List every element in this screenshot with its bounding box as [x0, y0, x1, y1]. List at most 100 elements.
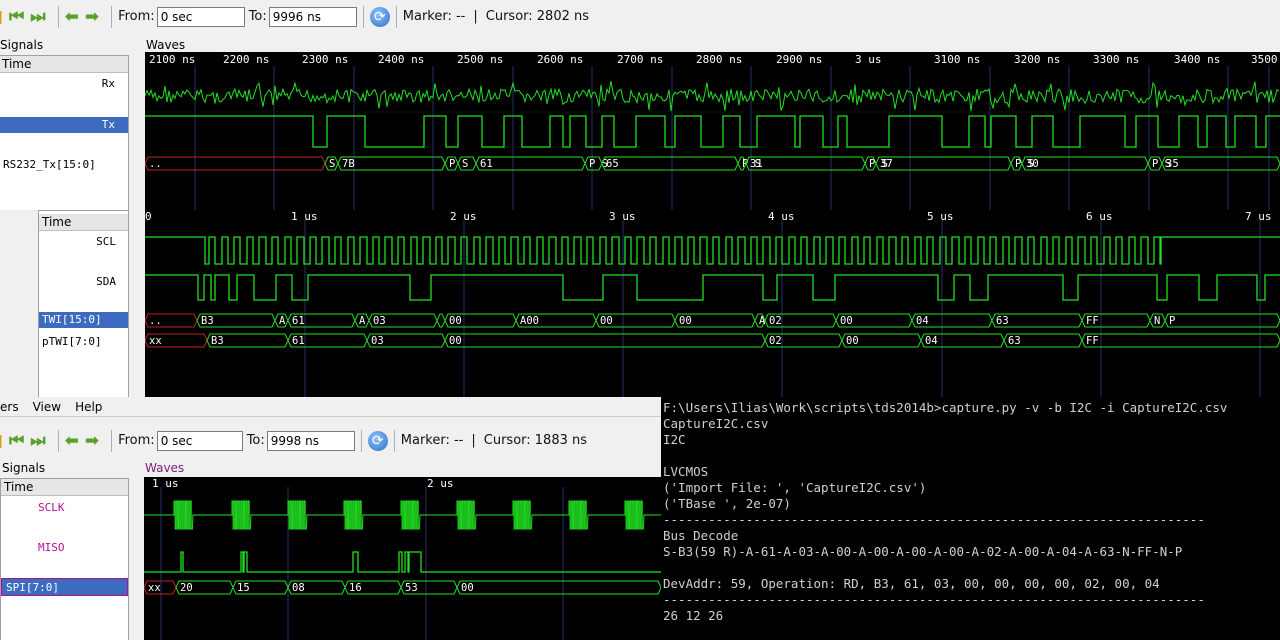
- signal-rx[interactable]: Rx: [102, 77, 115, 90]
- spi-bus-value: xx: [148, 582, 161, 594]
- time-column-header: Time: [39, 214, 128, 231]
- marker-readout: Marker: --: [400, 433, 464, 448]
- rs232-bus-value: 30: [1026, 158, 1039, 170]
- to-label: To:: [246, 433, 265, 448]
- signal-twi[interactable]: TWI[15:0]: [39, 312, 128, 328]
- separator: [362, 5, 364, 28]
- waveform-area[interactable]: 2100 ns 2200 ns 2300 ns 2400 ns 2500 ns 2600 …: [145, 52, 1280, 210]
- signal-rs232-tx[interactable]: RS232_Tx[15:0]: [3, 158, 96, 171]
- toolbar: ◖ ⏮ ⏭ ⬅ ➡ From: 0 sec To: 9998 ns ⟳ Mark…: [0, 424, 661, 457]
- time-tick-label: 5 us: [927, 210, 954, 223]
- signal-miso[interactable]: MISO: [38, 541, 65, 554]
- time-tick-label: 3100 ns: [934, 53, 980, 66]
- first-page-icon[interactable]: ⏮: [9, 431, 24, 451]
- twi-bus-value: P: [1169, 315, 1175, 327]
- sclk-trace: [144, 500, 661, 530]
- to-label: To:: [248, 9, 267, 24]
- terminal-line: ('TBase ', 2e-07): [663, 496, 791, 511]
- rs232-bus-value: 7B: [342, 158, 355, 170]
- separator: [111, 5, 113, 28]
- refresh-icon[interactable]: ⟳: [369, 6, 390, 27]
- signal-sclk[interactable]: SCLK: [38, 501, 65, 514]
- bookmark-icon[interactable]: ◖: [0, 431, 3, 451]
- terminal-line: LVCMOS: [663, 464, 709, 479]
- last-page-icon[interactable]: ⏭: [30, 7, 45, 27]
- time-tick-label: 2 us: [427, 477, 454, 490]
- menu-item-view[interactable]: View: [33, 400, 61, 414]
- waveform-area-i2c[interactable]: 0 1 us 2 us 3 us 4 us 5 us 6 us 7 us.. B3 A 61 A 03 0…: [145, 210, 1280, 397]
- refresh-icon[interactable]: ⟳: [367, 430, 388, 451]
- cursor-readout: Cursor: 2802 ns: [485, 9, 590, 24]
- ptwi-bus-value: 00: [449, 335, 462, 347]
- separator: [57, 429, 59, 452]
- rs232-bus-value: 37: [880, 158, 893, 170]
- first-page-icon[interactable]: ⏮: [9, 7, 24, 27]
- toolbar: ◖ ⏮ ⏭ ⬅ ➡ From: 0 sec To: 9996 ns ⟳ Mark…: [0, 0, 1280, 33]
- ptwi-bus-value: 04: [925, 335, 938, 347]
- analog-trace: [145, 80, 1280, 112]
- time-tick-label: 2700 ns: [617, 53, 663, 66]
- twi-bus-value: A00: [520, 315, 539, 327]
- waveform-window-spi: ers View Help ◖ ⏮ ⏭ ⬅ ➡ From: 0 sec To: …: [0, 397, 661, 640]
- ptwi-bus-value: 61: [292, 335, 305, 347]
- waveform-area-spi[interactable]: 1 us 2 us xx 20 15 08 16 53 00: [144, 477, 661, 640]
- signal-tx[interactable]: Tx: [0, 117, 128, 133]
- separator: [395, 5, 397, 28]
- miso-trace: [144, 551, 661, 573]
- menu-item-help[interactable]: Help: [75, 400, 102, 414]
- bookmark-icon[interactable]: ◖: [0, 7, 3, 27]
- signal-ptwi[interactable]: pTWI[7:0]: [42, 335, 102, 348]
- time-column-header: Time: [1, 479, 128, 496]
- from-label: From:: [118, 9, 155, 24]
- ptwi-bus-value: 00: [846, 335, 859, 347]
- separator: [111, 429, 113, 452]
- menu-item-layers[interactable]: ers: [0, 400, 19, 414]
- twi-bus-value: 00: [840, 315, 853, 327]
- time-tick-label: 1 us: [291, 210, 318, 223]
- signal-sda[interactable]: SDA: [96, 275, 116, 288]
- terminal-line: ----------------------------------------…: [663, 592, 1205, 607]
- twi-bus-value: 03: [373, 315, 386, 327]
- back-arrow-icon[interactable]: ⬅: [65, 431, 79, 451]
- terminal-console[interactable]: F:\Users\Ilias\Work\scripts\tds2014b>cap…: [661, 397, 1280, 640]
- twi-bus-value: 00: [600, 315, 613, 327]
- ptwi-bus-segment: [1081, 333, 1280, 348]
- forward-arrow-icon[interactable]: ➡: [85, 431, 99, 451]
- spi-bus-value: 53: [405, 582, 418, 594]
- time-tick-label: 3 us: [855, 53, 882, 66]
- time-tick-label: 4 us: [768, 210, 795, 223]
- twi-bus-value: 63: [996, 315, 1009, 327]
- terminal-line: I2C: [663, 432, 686, 447]
- from-input[interactable]: 0 sec: [156, 6, 245, 27]
- forward-arrow-icon[interactable]: ➡: [85, 7, 99, 27]
- scl-trace: [145, 236, 1280, 265]
- terminal-line: S-B3(59 R)-A-61-A-03-A-00-A-00-A-00-A-00…: [663, 544, 1183, 559]
- terminal-line: 26 12 26: [663, 608, 724, 623]
- twi-bus-value: ..: [149, 315, 162, 327]
- back-arrow-icon[interactable]: ⬅: [65, 7, 79, 27]
- twi-bus-value: 02: [769, 315, 782, 327]
- separator: |: [471, 433, 476, 448]
- from-input[interactable]: 0 sec: [156, 430, 243, 451]
- time-tick-label: 1 us: [152, 477, 179, 490]
- waves-label: Waves: [145, 461, 185, 475]
- rs232-bus-value: P: [449, 158, 455, 170]
- twi-bus-value: A: [279, 315, 286, 327]
- signal-spi[interactable]: SPI[7:0]: [1, 578, 128, 596]
- waveform-canvas: 1 us 2 us xx 20 15 08 16 53 00: [144, 477, 661, 640]
- twi-bus-value: 04: [916, 315, 929, 327]
- to-input[interactable]: 9996 ns: [268, 6, 357, 27]
- cursor-readout: Cursor: 1883 ns: [483, 433, 588, 448]
- ptwi-bus-value: FF: [1086, 335, 1099, 347]
- to-input[interactable]: 9998 ns: [266, 430, 355, 451]
- rs232-bus-segment: [1161, 156, 1280, 171]
- rs232-bus-segment: [875, 156, 1012, 171]
- twi-bus-segment: [436, 313, 446, 328]
- time-tick-label: 2300 ns: [302, 53, 348, 66]
- rs232-bus-segment: [1021, 156, 1149, 171]
- last-page-icon[interactable]: ⏭: [30, 431, 45, 451]
- ptwi-bus-value: 03: [371, 335, 384, 347]
- signal-scl[interactable]: SCL: [96, 235, 116, 248]
- terminal-line: CaptureI2C.csv: [663, 416, 769, 431]
- rs232-bus-segment: [745, 156, 866, 171]
